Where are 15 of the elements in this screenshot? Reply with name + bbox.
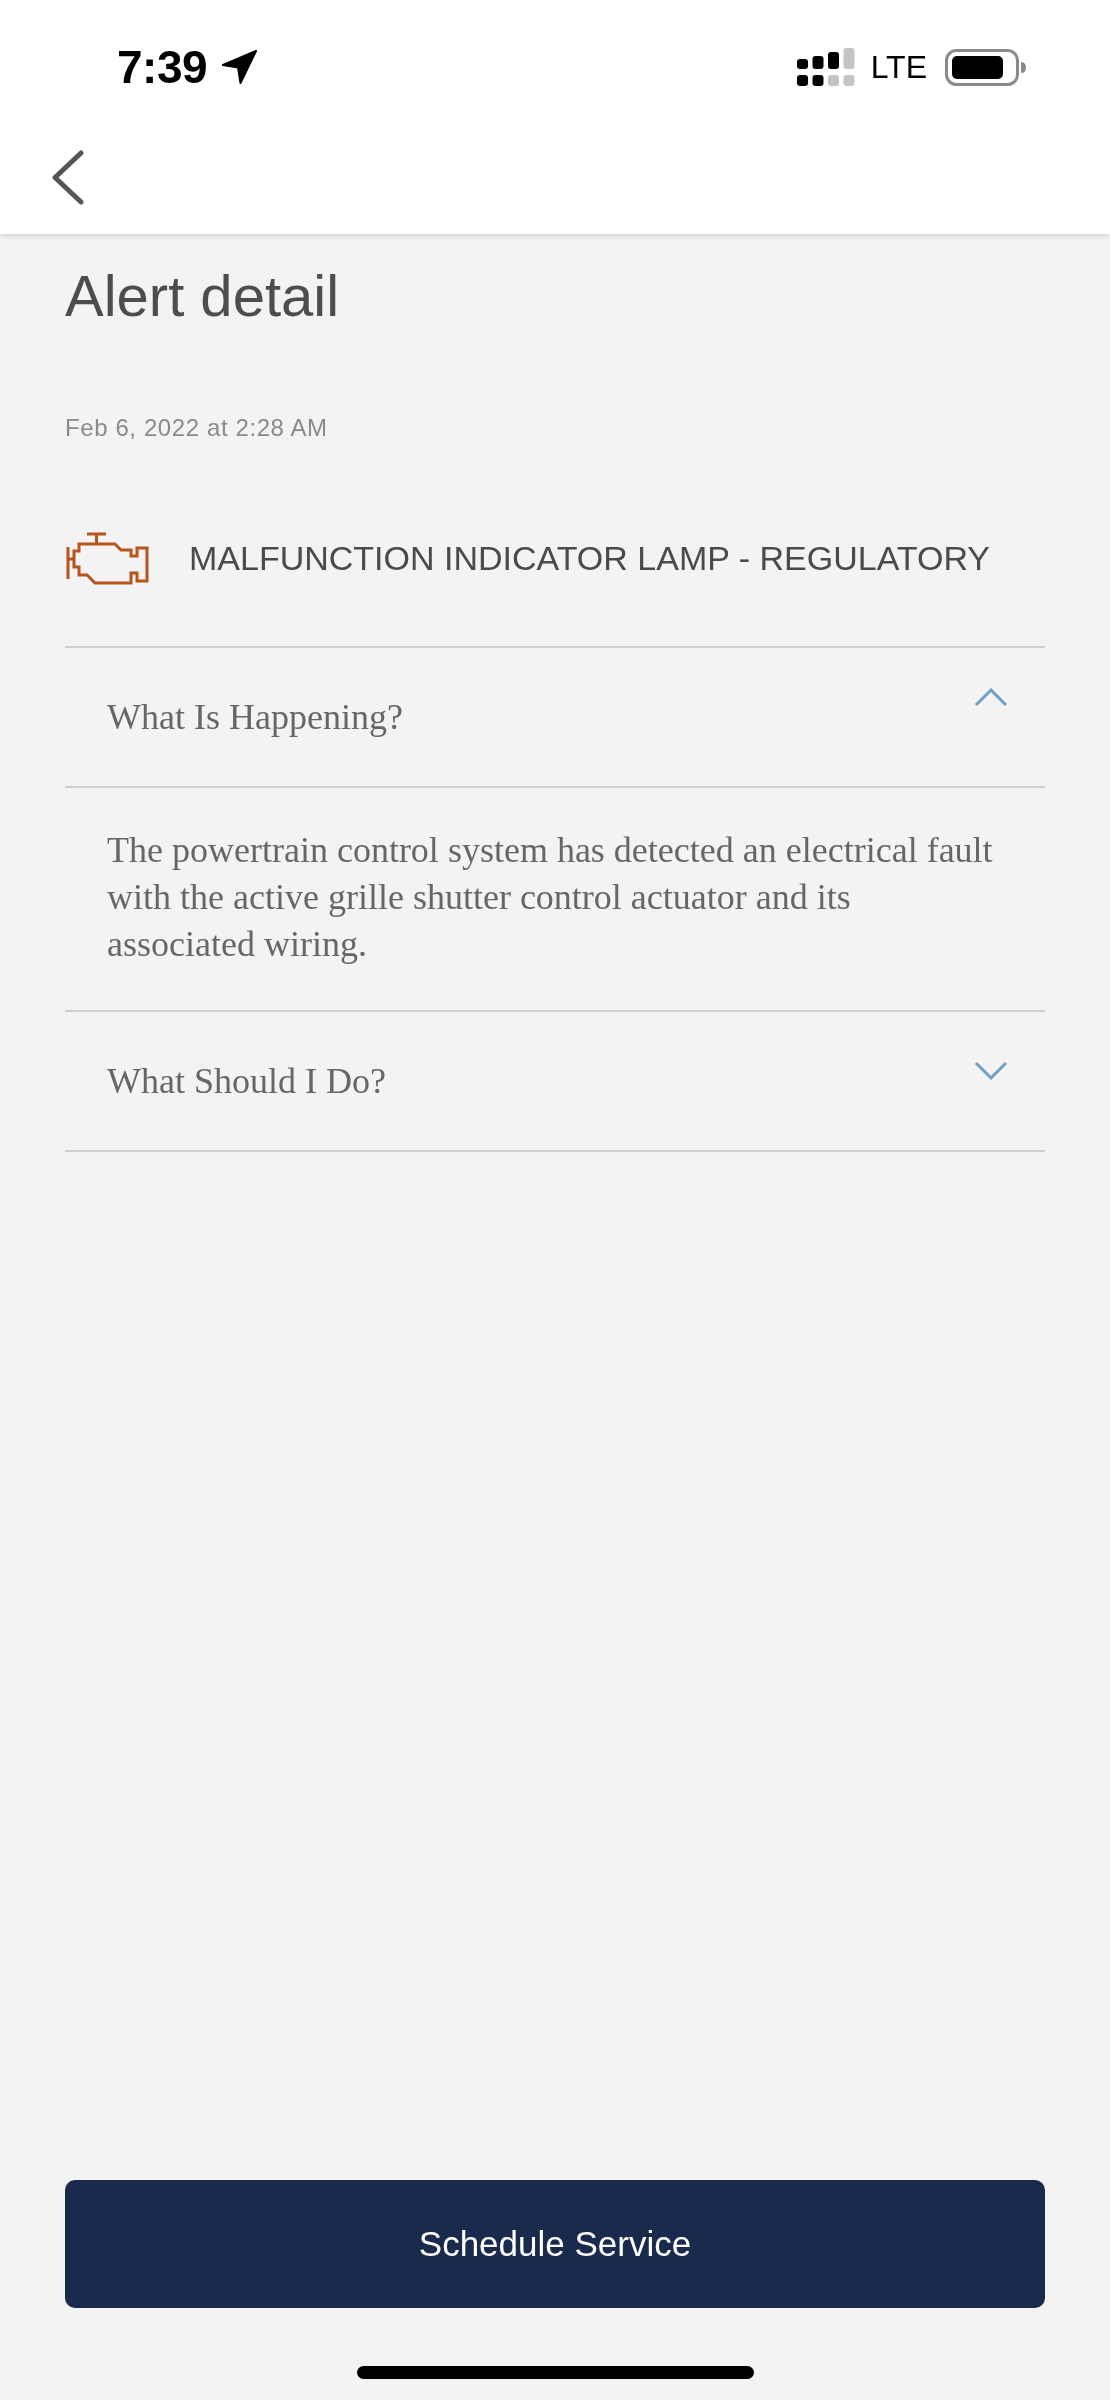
- schedule-button[interactable]: Schedule Service: [65, 2180, 1045, 2308]
- alert-title: MALFUNCTION INDICATOR LAMP - REGULATORY: [189, 539, 990, 578]
- engine-icon: [65, 531, 150, 586]
- back-icon: [51, 149, 85, 205]
- network-type: LTE: [870, 51, 927, 83]
- page-title: Alert detail: [65, 262, 340, 329]
- section-body: The powertrain control system has detected an electrical fault with the active grille shutter control actuator and its associated wiring.: [65, 786, 1045, 1010]
- location-arrow-icon: [221, 50, 259, 84]
- status-time: 7:39: [117, 44, 208, 90]
- accordion-header[interactable]: What Should I Do?: [65, 1010, 1045, 1150]
- alert-timestamp: Feb 6, 2022 at 2:28 AM: [65, 413, 328, 443]
- signal-icon: [796, 48, 855, 86]
- battery-icon: [945, 48, 1026, 86]
- back-button[interactable]: [51, 149, 85, 205]
- accordion-header[interactable]: What Is Happening?: [65, 646, 1045, 786]
